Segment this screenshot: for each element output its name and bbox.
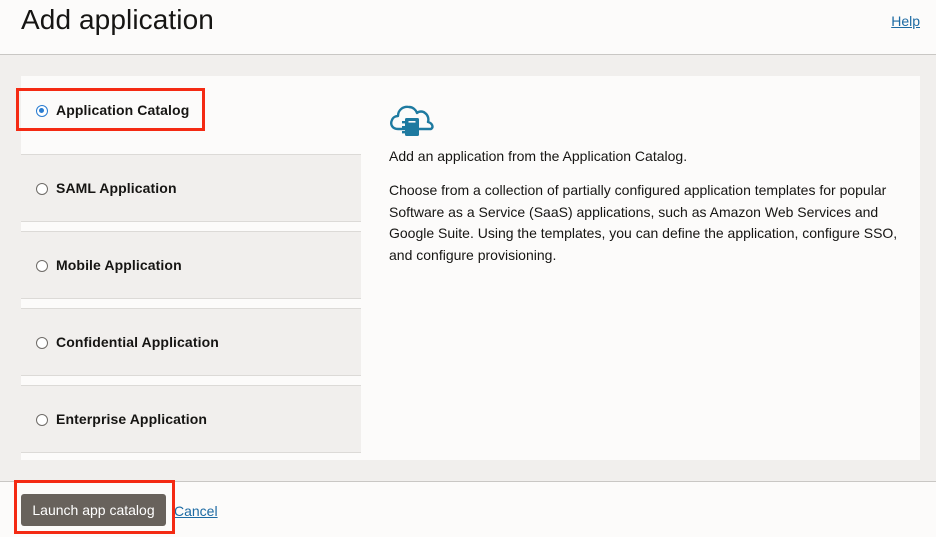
option-confidential-application[interactable]: Confidential Application (21, 308, 361, 376)
radio-button[interactable] (36, 105, 48, 117)
cloud-catalog-icon (388, 102, 436, 138)
description-summary: Add an application from the Application … (389, 148, 688, 164)
radio-button[interactable] (36, 414, 48, 426)
cancel-link[interactable]: Cancel (174, 503, 218, 519)
option-label: SAML Application (56, 180, 177, 196)
page-title: Add application (21, 4, 214, 35)
option-label: Confidential Application (56, 334, 219, 350)
option-mobile-application[interactable]: Mobile Application (21, 231, 361, 299)
help-link[interactable]: Help (891, 13, 920, 29)
option-label: Enterprise Application (56, 411, 208, 427)
launch-app-catalog-button[interactable]: Launch app catalog (21, 494, 166, 526)
radio-button[interactable] (36, 183, 48, 195)
option-label: Application Catalog (56, 102, 190, 118)
page-header: Add application Help (0, 0, 936, 55)
option-enterprise-application[interactable]: Enterprise Application (21, 385, 361, 453)
option-application-catalog[interactable]: Application Catalog (21, 77, 361, 147)
option-label: Mobile Application (56, 257, 182, 273)
option-saml-application[interactable]: SAML Application (21, 154, 361, 222)
radio-button[interactable] (36, 260, 48, 272)
description-detail: Choose from a collection of partially co… (389, 182, 898, 263)
radio-button[interactable] (36, 337, 48, 349)
